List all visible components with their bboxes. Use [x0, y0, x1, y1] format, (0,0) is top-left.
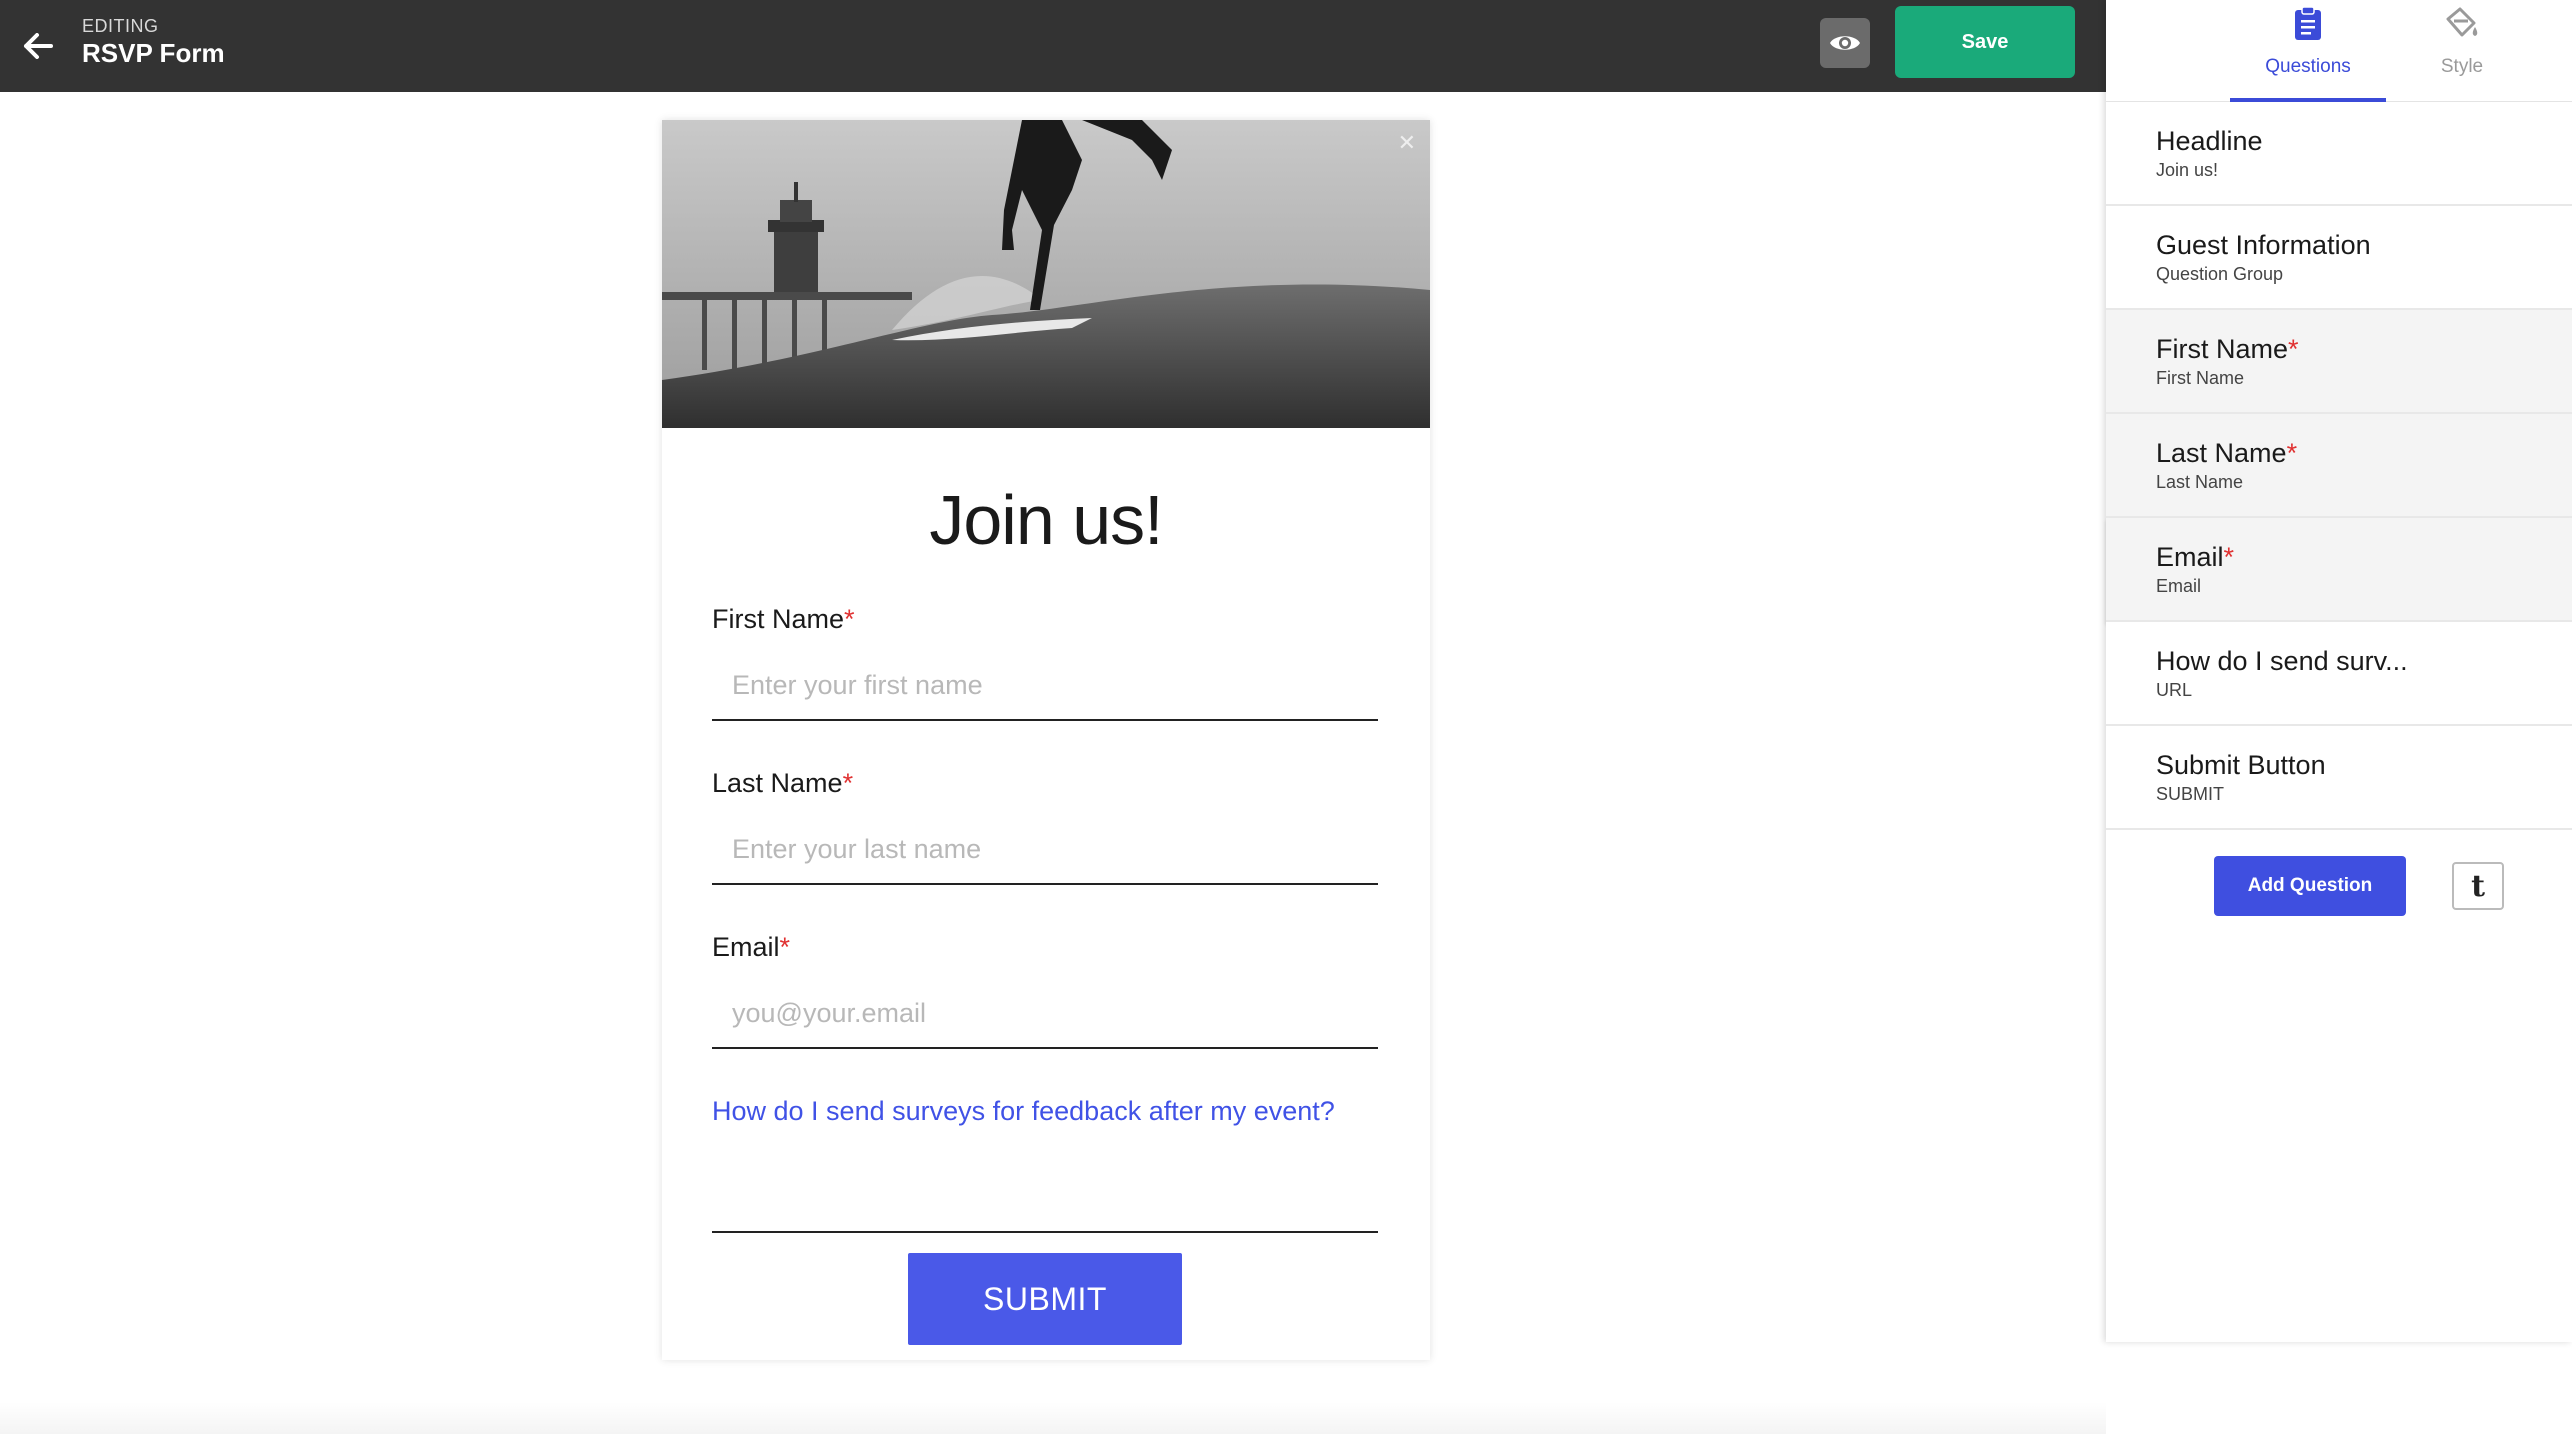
question-title: How do I send surv...	[2156, 646, 2408, 676]
close-icon[interactable]: ✕	[1398, 130, 1416, 156]
question-item-submit-button[interactable]: Submit Button SUBMIT	[2106, 726, 2572, 830]
question-subtitle: Email	[2156, 576, 2202, 596]
question-subtitle: Last Name	[2156, 472, 2244, 492]
question-subtitle: SUBMIT	[2156, 784, 2225, 804]
email-label: Email*	[712, 932, 791, 962]
question-title: First Name*	[2156, 334, 2299, 364]
question-title: Guest Information	[2156, 230, 2371, 260]
preview-button[interactable]	[1820, 18, 1870, 68]
form-headline: Join us!	[929, 481, 1163, 559]
tab-style-label: Style	[2440, 56, 2484, 77]
question-item-email[interactable]: Email* Email	[2106, 518, 2572, 622]
question-list: Headline Join us! Guest Information Ques…	[2106, 102, 2572, 830]
eye-icon	[1830, 36, 1860, 50]
form-title: RSVP Form	[82, 38, 225, 68]
add-question-button[interactable]: Add Question	[2214, 856, 2406, 916]
question-subtitle: Join us!	[2156, 160, 2219, 180]
question-item-url[interactable]: How do I send surv... URL	[2106, 622, 2572, 726]
panel-tabs: Questions Style	[2106, 0, 2572, 102]
text-style-icon[interactable]: t	[2452, 862, 2504, 910]
hero-image: ✕	[662, 120, 1430, 428]
last-name-field: Last Name*	[712, 768, 1378, 885]
editing-label: EDITING	[82, 16, 159, 36]
submit-button[interactable]: SUBMIT	[908, 1253, 1182, 1345]
url-input-underline[interactable]	[712, 1231, 1378, 1233]
question-title: Email*	[2156, 542, 2235, 572]
question-subtitle: Question Group	[2156, 264, 2284, 284]
save-button[interactable]: Save	[1895, 6, 2075, 78]
clipboard-icon	[2288, 4, 2328, 44]
email-input[interactable]	[712, 979, 1378, 1049]
question-item-guest-information[interactable]: Guest Information Question Group	[2106, 206, 2572, 310]
first-name-input[interactable]	[712, 651, 1378, 721]
last-name-input[interactable]	[712, 815, 1378, 885]
tab-style[interactable]: Style	[2384, 0, 2540, 102]
question-title: Submit Button	[2156, 750, 2326, 780]
url-question-field: How do I send surveys for feedback after…	[712, 1096, 1378, 1233]
url-question-link[interactable]: How do I send surveys for feedback after…	[712, 1096, 1378, 1127]
tab-questions-label: Questions	[2265, 56, 2351, 77]
question-title: Headline	[2156, 126, 2263, 156]
form-preview-card: ✕ Join us! First Name* Last Name* Email*…	[662, 120, 1430, 1360]
top-bar: EDITING RSVP Form Save	[0, 0, 2106, 92]
tab-questions[interactable]: Questions	[2230, 0, 2386, 102]
required-marker: *	[2286, 438, 2298, 468]
question-title: Last Name*	[2156, 438, 2298, 468]
email-field: Email*	[712, 932, 1378, 1049]
canvas-bottom-shadow	[0, 1402, 2106, 1434]
required-marker: *	[2288, 334, 2299, 364]
panel-actions: Add Question t	[2106, 830, 2572, 940]
form-canvas: ✕ Join us! First Name* Last Name* Email*…	[0, 92, 2106, 1434]
question-subtitle: URL	[2156, 680, 2193, 700]
first-name-label: First Name*	[712, 604, 855, 634]
back-arrow-icon[interactable]	[14, 22, 62, 70]
required-marker: *	[842, 768, 854, 798]
question-item-first-name[interactable]: First Name* First Name	[2106, 310, 2572, 414]
first-name-field: First Name*	[712, 604, 1378, 721]
last-name-label: Last Name*	[712, 768, 854, 798]
paint-bucket-icon	[2442, 4, 2482, 44]
required-marker: *	[2223, 542, 2235, 572]
required-marker: *	[779, 932, 791, 962]
question-subtitle: First Name	[2156, 368, 2245, 388]
question-item-last-name[interactable]: Last Name* Last Name	[2106, 414, 2572, 518]
question-item-headline[interactable]: Headline Join us!	[2106, 102, 2572, 206]
required-marker: *	[844, 604, 855, 634]
editor-side-panel: Questions Style Headline Join us! Guest …	[2106, 0, 2572, 1342]
